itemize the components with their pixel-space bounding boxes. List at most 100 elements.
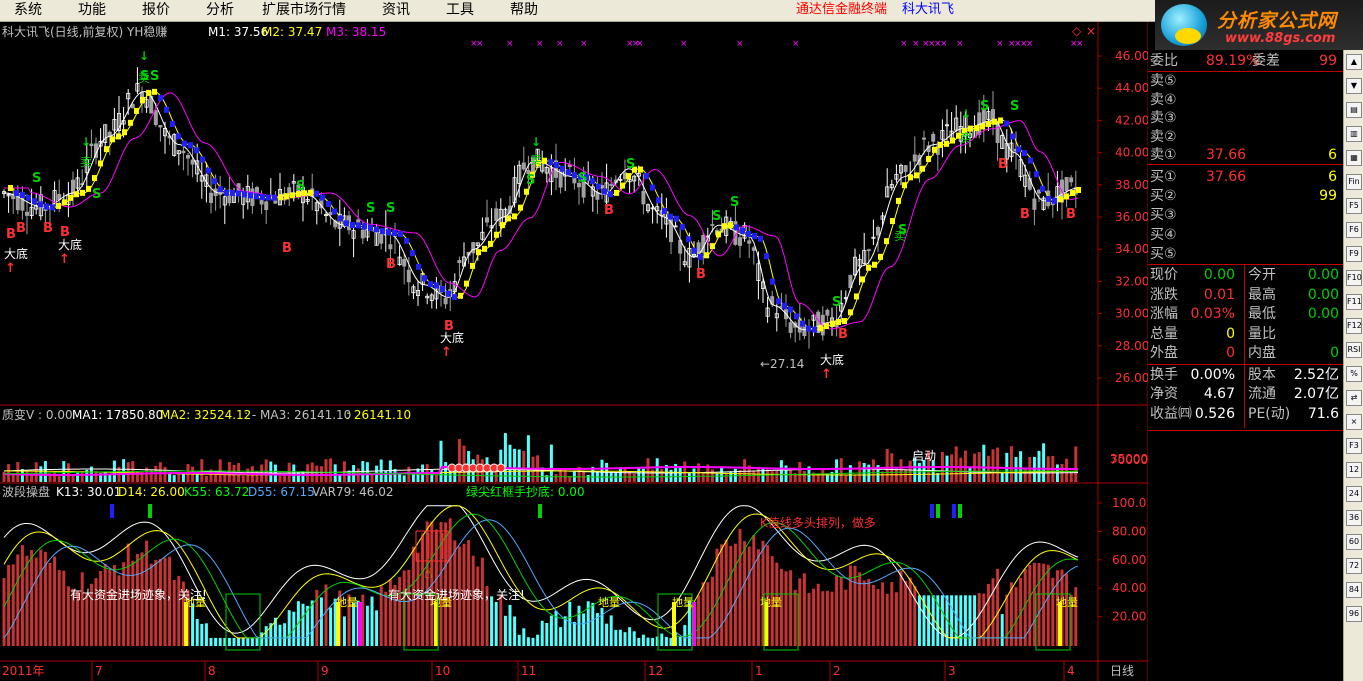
osc-bar (844, 589, 848, 646)
trend-block-down (764, 253, 769, 260)
candle-body (1032, 198, 1037, 210)
menu-extended-market[interactable]: 扩展市场行情 (262, 1, 346, 19)
menu-analysis[interactable]: 分析 (206, 1, 234, 19)
quote-row: 卖⑤ (1148, 72, 1343, 90)
trend-block-down (440, 286, 445, 293)
trend-block-down (800, 320, 805, 327)
menu-function[interactable]: 功能 (78, 1, 106, 19)
volume-bar (416, 468, 420, 482)
toolbar-button[interactable]: F10 (1346, 270, 1362, 286)
osc-bar (996, 568, 1000, 646)
stat-value: 0 (1330, 345, 1339, 361)
trend-block-up (728, 222, 733, 229)
toolbar-button[interactable]: 12 (1346, 462, 1362, 478)
osc-bar (218, 637, 222, 646)
osc-bar (103, 564, 107, 646)
toolbar-button[interactable]: 36 (1346, 510, 1362, 526)
toolbar-button[interactable]: ▼ (1346, 78, 1362, 94)
candle-body (402, 259, 407, 267)
trend-block-up (512, 213, 517, 220)
osc-bar (904, 581, 908, 646)
menu-news[interactable]: 资讯 (382, 1, 410, 19)
toolbar-button[interactable]: ⇄ (1346, 390, 1362, 406)
volume-bar (168, 474, 172, 482)
toolbar-button[interactable]: F9 (1346, 246, 1362, 262)
toolbar-button[interactable]: × (1346, 414, 1362, 430)
volume-bar (384, 470, 388, 482)
up-arrow-icon: ↑ (5, 261, 16, 276)
toolbar-button[interactable]: 60 (1346, 534, 1362, 550)
osc-bar (618, 629, 622, 646)
trend-block-down (428, 281, 433, 288)
sell-signal: S (578, 171, 587, 186)
trend-block-up (614, 189, 619, 196)
toolbar-button[interactable]: ▲ (1346, 54, 1362, 70)
trend-block-up (932, 146, 937, 153)
stat-label: 量比 (1248, 325, 1276, 342)
sell-signal: S (1010, 99, 1019, 114)
volume-bar (798, 461, 802, 482)
menu-system[interactable]: 系统 (14, 1, 42, 19)
trend-block-up (86, 185, 91, 192)
volume-bar (821, 469, 825, 482)
volume-bar (623, 466, 627, 482)
hand-pointer-icon: ☝ (424, 566, 433, 582)
trend-block-up (716, 231, 721, 238)
buy-level-volume: 99 (1319, 188, 1337, 205)
toolbar-button[interactable]: F5 (1346, 198, 1362, 214)
toolbar-button[interactable]: ▦ (1346, 150, 1362, 166)
osc-bar (232, 637, 236, 646)
trend-block-up (278, 194, 283, 201)
osc-bar (112, 565, 116, 646)
osc-bar (531, 637, 535, 646)
candle-body (802, 325, 807, 337)
toolbar-button[interactable]: ▤ (1346, 102, 1362, 118)
volume-bar (517, 449, 521, 482)
period-tab-daily[interactable]: 日线 (1110, 664, 1134, 678)
toolbar-button[interactable]: RSI (1346, 342, 1362, 358)
osc-bar (733, 543, 737, 646)
osc-bar (701, 582, 705, 646)
stat-value: 0 (1226, 325, 1235, 342)
toolbar-button[interactable]: F11 (1346, 294, 1362, 310)
toolbar-button[interactable]: 96 (1346, 606, 1362, 622)
diamond-icon: ◇ (1072, 24, 1082, 38)
buy-level-label: 买⑤ (1150, 245, 1177, 262)
osc-bar (637, 637, 641, 646)
toolbar-button[interactable]: 72 (1346, 558, 1362, 574)
up-arrow-icon: ↑ (441, 345, 452, 360)
toolbar-button[interactable]: F6 (1346, 222, 1362, 238)
x-tick-label: 10 (435, 664, 450, 678)
toolbar-button[interactable]: % (1346, 366, 1362, 382)
menu-quote[interactable]: 报价 (142, 1, 170, 19)
toolbar-button[interactable]: F3 (1346, 438, 1362, 454)
osc-bar (53, 556, 57, 646)
toolbar-button[interactable]: F12 (1346, 318, 1362, 334)
trend-block-up (860, 276, 865, 283)
buy-level-label: 买③ (1150, 207, 1177, 224)
sell-word: 卖 (960, 131, 972, 145)
sell-word: 卖 (894, 229, 906, 243)
candle-body (443, 297, 448, 305)
toolbar-button[interactable]: 24 (1346, 486, 1362, 502)
volume-bar (503, 433, 507, 482)
toolbar-button[interactable]: ▥ (1346, 126, 1362, 142)
osc-bar (1000, 614, 1004, 646)
osc-bar (407, 569, 411, 646)
osc-bar (158, 558, 162, 646)
quote-row: 买④ (1148, 226, 1343, 244)
toolbar-button[interactable]: 84 (1346, 582, 1362, 598)
low-volume-label: 地量 (598, 596, 620, 609)
buy-level-label: 买② (1150, 188, 1177, 205)
trend-block-up (890, 218, 895, 225)
trend-block-down (374, 226, 379, 233)
chart-canvas[interactable]: 46.00 44.00 42.00 40.00 38.00 36.00 34.00 32.00… (0, 22, 1149, 681)
app-window: 系统 功能 报价 分析 扩展市场行情 资讯 工具 帮助 通达信金融终端 科大讯飞… (0, 0, 1363, 681)
osc-bar (177, 575, 181, 646)
sell-word: 卖 (80, 155, 92, 169)
toolbar-button[interactable]: Fin (1346, 174, 1362, 190)
menu-help[interactable]: 帮助 (510, 1, 538, 19)
main-chart-area[interactable]: 46.00 44.00 42.00 40.00 38.00 36.00 34.00 32.00… (0, 22, 1149, 681)
osc-bar (11, 564, 15, 646)
menu-tools[interactable]: 工具 (446, 1, 474, 19)
